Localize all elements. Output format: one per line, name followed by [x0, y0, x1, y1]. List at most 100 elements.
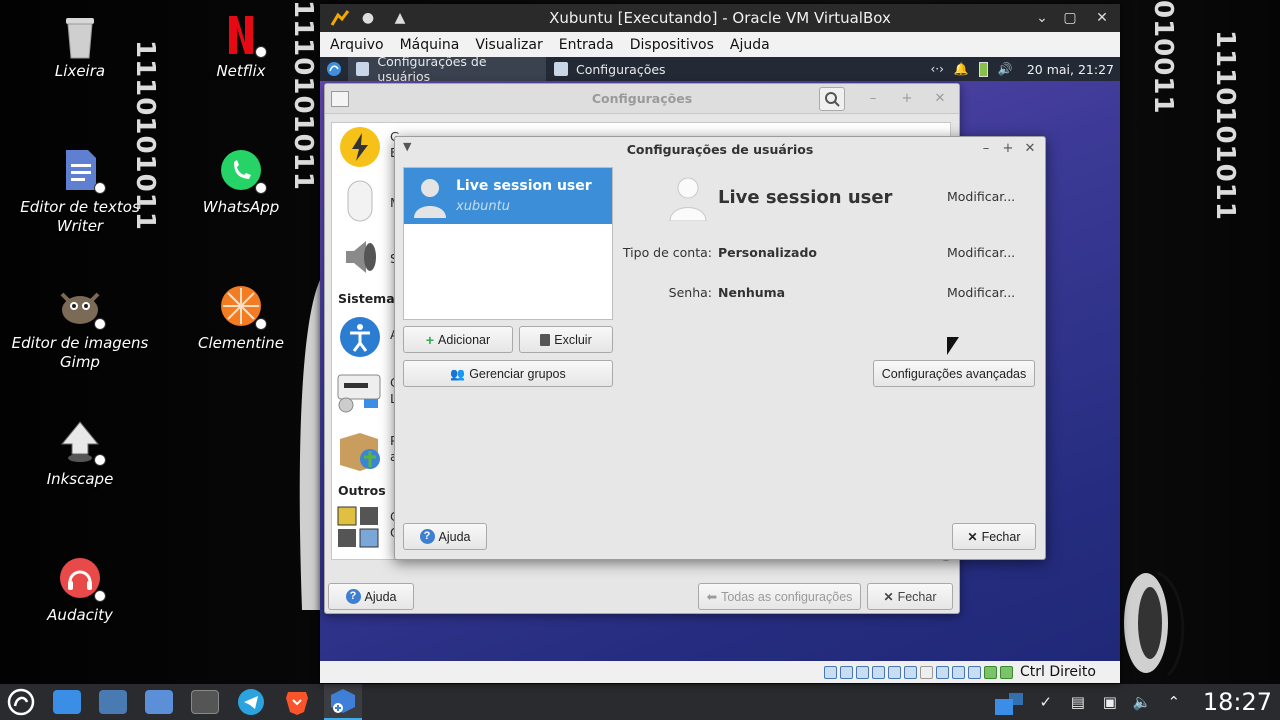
keyboard-capture-icon[interactable]	[999, 665, 1013, 679]
settings-close-button[interactable]: ✕ Fechar	[867, 583, 953, 610]
user-list-item[interactable]: Live session user xubuntu	[404, 168, 612, 224]
user-settings-help-button[interactable]: ? Ajuda	[403, 523, 487, 550]
taskbar-app-telegram[interactable]	[232, 684, 270, 720]
notification-bell-icon[interactable]: 🔔	[954, 62, 969, 76]
settings-help-button[interactable]: ? Ajuda	[328, 583, 414, 610]
guest-screen[interactable]: Configurações de usuários Configurações …	[320, 57, 1120, 661]
gimp-icon	[58, 284, 106, 330]
settings-item-login[interactable]: C Li	[332, 367, 400, 419]
volume-icon[interactable]: 🔊	[998, 62, 1013, 76]
trash-icon	[540, 333, 551, 346]
whatsapp-icon	[219, 148, 267, 194]
minimize-icon[interactable]: ⌄	[1032, 8, 1052, 28]
modify-password-link[interactable]: Modificar...	[947, 285, 1015, 300]
guest-top-panel: Configurações de usuários Configurações …	[320, 57, 1120, 84]
host-clock[interactable]: 18:27	[1203, 688, 1272, 716]
menu-arquivo[interactable]: Arquivo	[322, 37, 392, 53]
optical-drive-icon[interactable]	[839, 665, 853, 679]
taskbar-app-big-store[interactable]	[140, 684, 178, 720]
settings-search-button[interactable]	[819, 87, 845, 111]
taskbar-app-files[interactable]	[48, 684, 86, 720]
chevron-up-icon[interactable]: ⌃	[1165, 693, 1183, 711]
settings-item-other[interactable]: C O	[332, 503, 400, 555]
clipboard-icon[interactable]: ▤	[1069, 693, 1087, 711]
group-icon: 👥	[450, 366, 466, 381]
taskbar-app-control-center[interactable]	[94, 684, 132, 720]
category-sistema: Sistema	[338, 291, 395, 306]
desktop-icon-gimp[interactable]: Editor de imagens Gimp	[10, 284, 150, 372]
guest-task-user-settings[interactable]: Configurações de usuários	[348, 57, 546, 84]
settings-item-accessibility[interactable]: A	[332, 311, 399, 363]
settings-titlebar[interactable]: Configurações – + ✕	[325, 84, 959, 114]
desktop-icon-writer[interactable]: Editor de textos Writer	[10, 148, 150, 236]
guest-clock[interactable]: 20 mai, 21:27	[1027, 62, 1114, 77]
virtualbox-titlebar[interactable]: ● ▲ Xubuntu [Executando] - Oracle VM Vir…	[320, 4, 1120, 32]
users-icon	[356, 62, 370, 76]
maximize-icon[interactable]: +	[898, 90, 916, 108]
taskbar-app-terminal[interactable]	[186, 684, 224, 720]
display-icon[interactable]	[919, 665, 933, 679]
desktop-icon-inkscape[interactable]: Inkscape	[10, 420, 150, 489]
search-icon	[825, 92, 840, 107]
desktop-icon-audacity[interactable]: Audacity	[10, 556, 150, 625]
user-avatar-icon[interactable]	[667, 175, 709, 221]
network-icon[interactable]	[871, 665, 885, 679]
taskbar-app-virtualbox[interactable]	[324, 684, 362, 720]
telegram-icon	[238, 689, 264, 715]
user-settings-titlebar[interactable]: ▼ Configurações de usuários – + ✕	[395, 137, 1045, 161]
menu-visualizar[interactable]: Visualizar	[467, 37, 550, 53]
modify-account-type-link[interactable]: Modificar...	[947, 245, 1015, 260]
guest-task-settings[interactable]: Configurações	[546, 57, 744, 81]
video-capture-icon[interactable]	[935, 665, 949, 679]
desktop-icon-label: Inkscape	[46, 470, 114, 488]
user-list[interactable]: Live session user xubuntu	[403, 167, 613, 320]
settings-item-sound[interactable]: S	[332, 231, 398, 283]
settings-item-mouse[interactable]: M	[332, 175, 401, 227]
menu-ajuda[interactable]: Ajuda	[722, 37, 778, 53]
xubuntu-menu-icon[interactable]	[320, 57, 348, 81]
battery-icon[interactable]	[978, 61, 988, 77]
desktop-icon-netflix[interactable]: Netflix	[171, 12, 311, 81]
minimize-icon[interactable]: –	[864, 90, 882, 108]
settings-item-power[interactable]: G E	[332, 123, 400, 175]
maximize-icon[interactable]: ▢	[1060, 8, 1080, 28]
desktop-icon-clementine[interactable]: Clementine	[171, 284, 311, 353]
cpu-icon[interactable]	[951, 665, 965, 679]
taskbar-app-brave[interactable]	[278, 684, 316, 720]
close-icon[interactable]: ✕	[1021, 140, 1039, 158]
shared-folder-icon[interactable]	[903, 665, 917, 679]
desktop-icon-trash[interactable]: Lixeira	[10, 12, 150, 81]
minimize-icon[interactable]: –	[977, 140, 995, 158]
network-arrows-icon[interactable]: ‹·›	[931, 62, 944, 76]
user-list-item-name: Live session user	[456, 178, 592, 194]
editor-icon	[337, 506, 379, 548]
mouse-integration-icon[interactable]	[983, 665, 997, 679]
modify-name-link[interactable]: Modificar...	[947, 189, 1015, 204]
close-icon[interactable]: ✕	[1092, 8, 1112, 28]
close-icon: ✕	[967, 529, 978, 544]
audio-icon[interactable]	[855, 665, 869, 679]
control-center-icon	[99, 690, 127, 714]
hard-disk-icon[interactable]	[823, 665, 837, 679]
check-icon[interactable]: ✓	[1037, 693, 1055, 711]
usb-icon[interactable]	[887, 665, 901, 679]
taskbar-app-menu[interactable]	[2, 684, 40, 720]
user-settings-close-button[interactable]: ✕ Fechar	[952, 523, 1036, 550]
all-settings-button[interactable]: ⬅ Todas as configurações	[698, 583, 861, 610]
wallpaper-binary-right: 010011	[1148, 0, 1178, 115]
close-icon[interactable]: ✕	[931, 90, 949, 108]
network-icon[interactable]: ▣	[1101, 693, 1119, 711]
advanced-settings-button[interactable]: Configurações avançadas	[873, 360, 1035, 387]
menu-maquina[interactable]: Máquina	[392, 37, 468, 53]
menu-entrada[interactable]: Entrada	[551, 37, 622, 53]
virtualization-icon[interactable]	[967, 665, 981, 679]
volume-icon[interactable]: 🔈	[1133, 693, 1152, 711]
desktop-icon-whatsapp[interactable]: WhatsApp	[171, 148, 311, 217]
settings-item-packages[interactable]: P a	[332, 425, 398, 477]
delete-user-button[interactable]: Excluir	[519, 326, 613, 353]
menu-dispositivos[interactable]: Dispositivos	[622, 37, 722, 53]
add-user-button[interactable]: + Adicionar	[403, 326, 513, 353]
manage-groups-button[interactable]: 👥 Gerenciar grupos	[403, 360, 613, 387]
desktop-pager-icon[interactable]	[994, 693, 1023, 715]
maximize-icon[interactable]: +	[999, 140, 1017, 158]
